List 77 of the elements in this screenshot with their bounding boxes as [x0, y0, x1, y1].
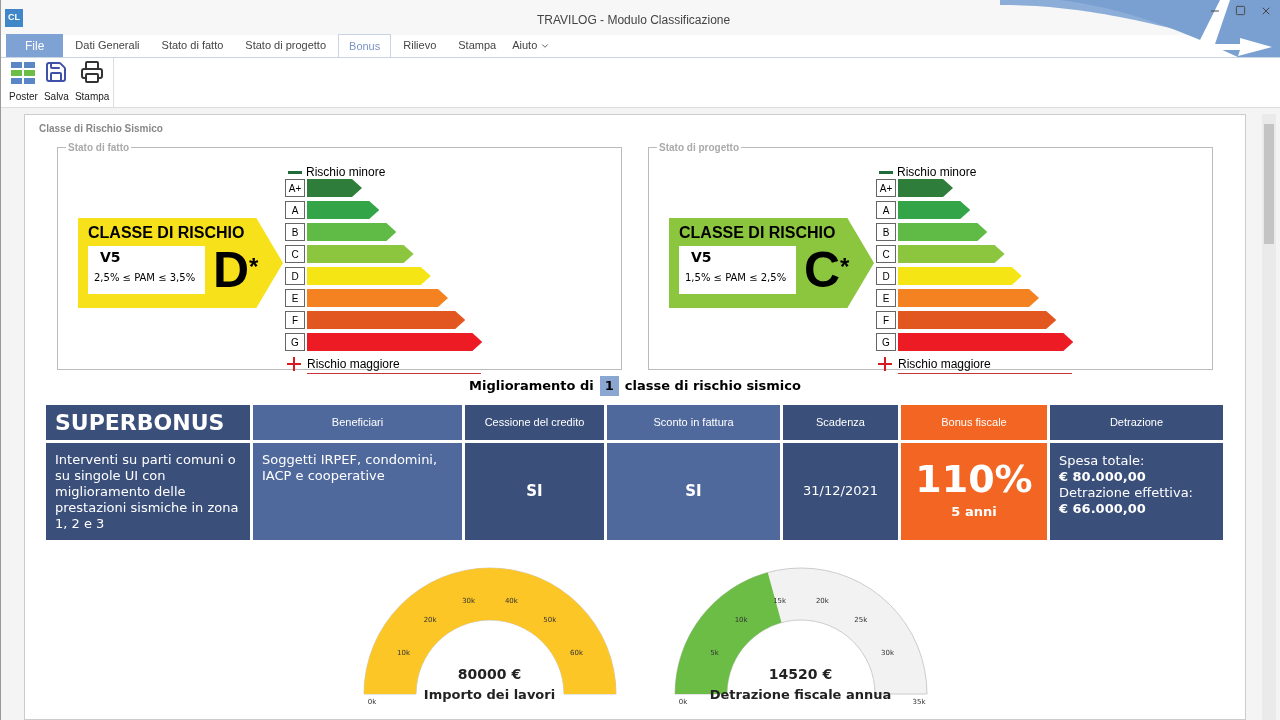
- maximize-icon[interactable]: [1235, 5, 1246, 16]
- class-letter: C$^{*}$: [804, 245, 850, 295]
- improvement-count: 1: [599, 376, 619, 396]
- column-header: Bonus fiscale: [941, 414, 1007, 430]
- class-label: E: [285, 289, 305, 307]
- vulnerability-code: V5: [691, 249, 713, 267]
- class-label: A+: [285, 179, 305, 197]
- gauge-value: 80000 €: [457, 664, 522, 684]
- amount-label: Detrazione effettiva:: [1059, 484, 1194, 501]
- cell-text: 31/12/2021: [803, 482, 878, 501]
- minus-icon: [288, 170, 302, 174]
- scrollbar[interactable]: [1262, 114, 1276, 720]
- pam-range: 1,5% ≤ PAM ≤ 2,5%: [685, 270, 788, 285]
- printer-icon: [80, 60, 105, 84]
- minus-icon: [879, 170, 893, 174]
- column-header: Sconto in fattura: [653, 414, 734, 430]
- gauge-value: 14520 €: [768, 664, 833, 684]
- class-label: C: [285, 245, 305, 263]
- plus-icon: [876, 357, 894, 371]
- table-title: SUPERBONUS: [55, 408, 225, 437]
- ribbon-tab[interactable]: Stato di progetto: [235, 34, 337, 57]
- amount-label: Spesa totale:: [1059, 452, 1146, 469]
- class-label: D: [876, 267, 896, 285]
- bonus-duration: 5 anni: [951, 503, 997, 522]
- class-label: D: [285, 267, 305, 285]
- column-header: Beneficiari: [331, 414, 384, 430]
- legend-text: Rischio minore: [306, 164, 386, 181]
- toolbar-button[interactable]: Stampa: [74, 60, 110, 104]
- class-letter: D$^{*}$: [213, 245, 259, 295]
- badge-heading: CLASSE DI RISCHIO: [679, 223, 837, 241]
- gauge-label: Detrazione fiscale annua: [709, 685, 892, 704]
- toolbar-button[interactable]: Salva: [43, 60, 69, 104]
- menu-tab[interactable]: Aiuto: [508, 34, 555, 57]
- amount-value: € 80.000,00: [1059, 468, 1147, 485]
- gauge-label: Importo dei lavori: [423, 685, 556, 704]
- legend-text: Rischio maggiore: [898, 354, 1072, 374]
- class-label: B: [285, 223, 305, 241]
- legend-text: Rischio minore: [897, 164, 977, 181]
- column-header: Cessione del credito: [484, 414, 585, 430]
- window-title: TRAVILOG - Modulo Classificazione: [537, 12, 731, 29]
- panel-title: Stato di progetto: [658, 141, 740, 155]
- class-label: G: [285, 333, 305, 351]
- column-header: Scadenza: [816, 414, 865, 430]
- class-label: A+: [876, 179, 896, 197]
- improvement-text: classe di rischio sismico: [624, 377, 801, 395]
- section-title: Classe di Rischio Sismico: [39, 122, 164, 136]
- class-label: A: [876, 201, 896, 219]
- class-label: C: [876, 245, 896, 263]
- ribbon-tab[interactable]: Stampa: [448, 34, 507, 57]
- pam-range: 2,5% ≤ PAM ≤ 3,5%: [94, 270, 197, 285]
- save-icon: [44, 60, 69, 84]
- cell-text: Soggetti IRPEF, condomini, IACP e cooperative: [261, 450, 439, 485]
- cell-text: Interventi su parti comuni o su singole UI con miglioramento delle prestazioni sismiche in zona 1, 2 e 3: [54, 450, 240, 533]
- class-label: G: [876, 333, 896, 351]
- app-logo: CL: [5, 8, 23, 27]
- vulnerability-code: V5: [100, 249, 122, 267]
- ribbon-tab[interactable]: Stato di fatto: [151, 34, 234, 57]
- toolbar-button[interactable]: Poster: [9, 62, 38, 104]
- ribbon-tab[interactable]: Rilievo: [393, 34, 447, 57]
- class-label: A: [285, 201, 305, 219]
- badge-heading: CLASSE DI RISCHIO: [88, 223, 246, 241]
- legend-text: Rischio maggiore: [307, 354, 481, 374]
- class-label: E: [876, 289, 896, 307]
- improvement-text: Miglioramento di: [469, 377, 594, 395]
- cell-text: SI: [526, 480, 543, 502]
- amount-value: € 66.000,00: [1059, 500, 1147, 517]
- column-header: Detrazione: [1109, 414, 1164, 430]
- cell-text: SI: [685, 480, 702, 502]
- grid-icon: [11, 62, 36, 84]
- close-icon[interactable]: [1260, 5, 1272, 17]
- ribbon-tab[interactable]: Dati Generali: [65, 34, 150, 57]
- bonus-percent: 110%: [915, 460, 1033, 499]
- plus-icon: [285, 357, 303, 371]
- class-label: B: [876, 223, 896, 241]
- class-label: F: [285, 311, 305, 329]
- panel-title: Stato di fatto: [67, 141, 131, 155]
- class-label: F: [876, 311, 896, 329]
